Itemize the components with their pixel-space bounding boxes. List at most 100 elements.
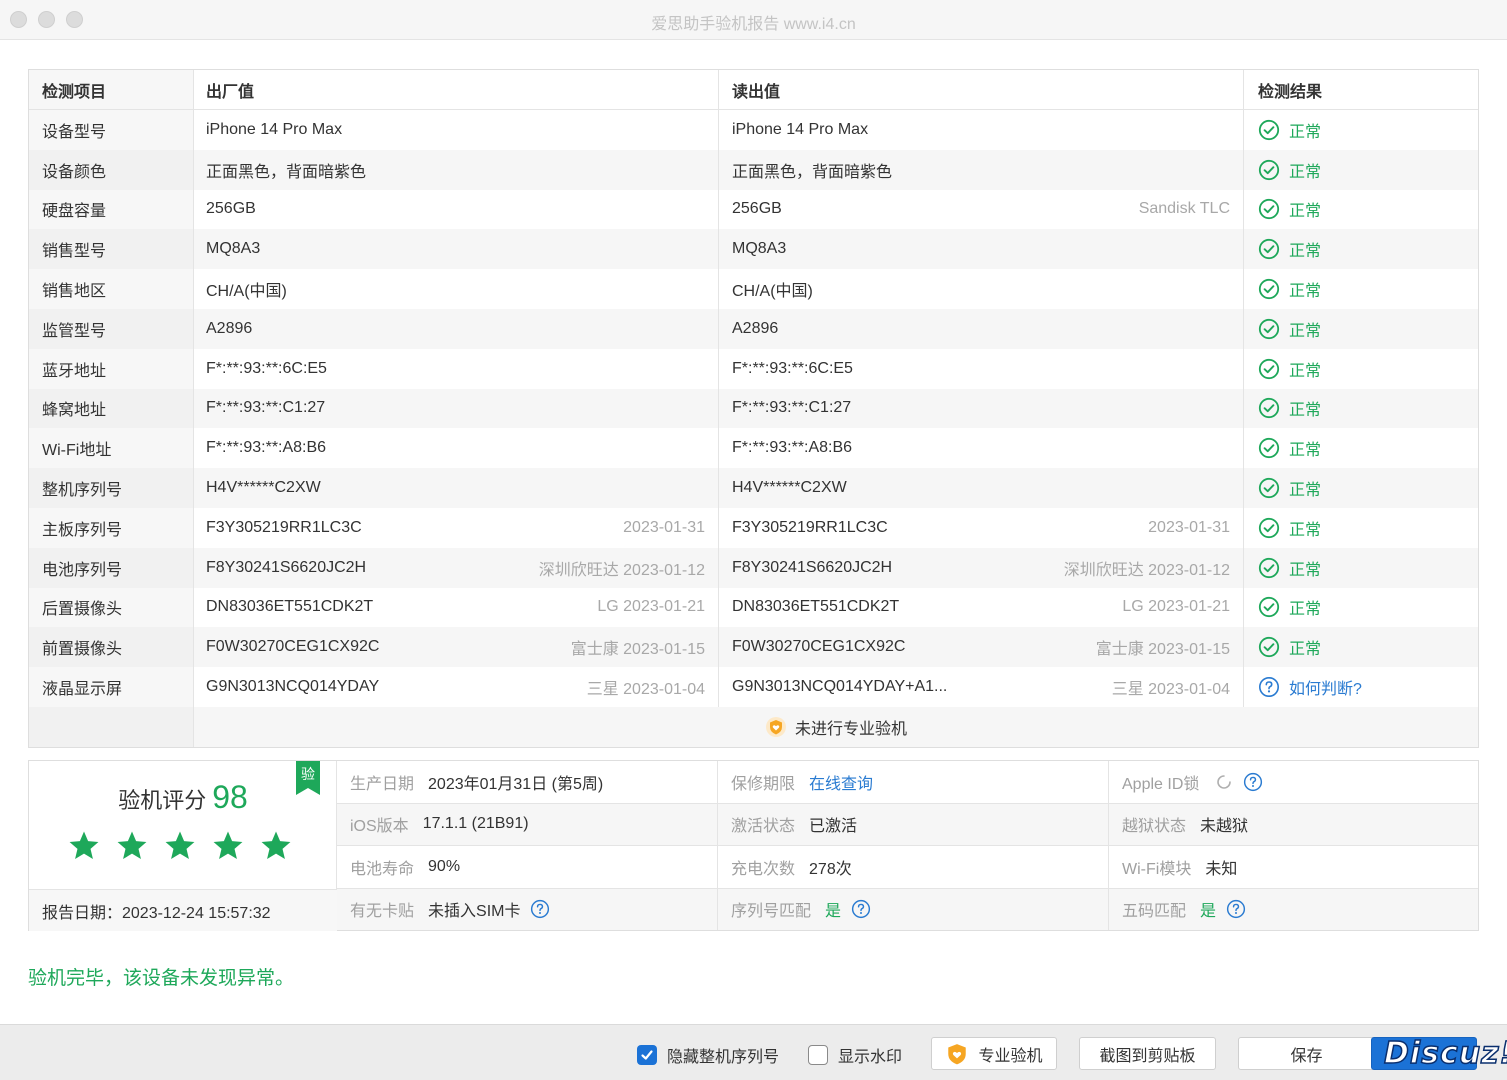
help-icon[interactable] (1226, 899, 1246, 919)
how-to-judge-link[interactable]: 如何判断? (1258, 675, 1362, 699)
result-message: 验机完毕，该设备未发现异常。 (28, 968, 295, 989)
result-ok: 正常 (1258, 118, 1321, 142)
check-circle-icon (1258, 119, 1280, 140)
info-cell: 有无卡贴 未插入SIM卡 (337, 888, 718, 930)
table-row: 液晶显示屏 G9N3013NCQ014YDAY 三星 2023-01-04 G9N30… (29, 667, 1478, 707)
read-sub: 三星 2023-01-04 (1111, 681, 1230, 699)
factory-sub: 富士康 2023-01-15 (570, 641, 705, 659)
item-name: 销售型号 (29, 229, 194, 270)
read-sub: Sandisk TLC (1138, 200, 1230, 218)
check-circle-icon (1258, 438, 1280, 459)
show-watermark-checkbox[interactable]: 显示水印 (808, 1043, 902, 1067)
result-text: 正常 (1289, 283, 1322, 301)
star-rating (67, 829, 293, 868)
pro-check-button[interactable]: 专业验机 (931, 1037, 1057, 1070)
item-name: 设备颜色 (29, 149, 194, 190)
help-icon[interactable] (1243, 772, 1263, 792)
result-ok: 正常 (1258, 595, 1321, 619)
read-value: F3Y305219RR1LC3C (732, 518, 888, 536)
item-name: 电池序列号 (29, 547, 194, 588)
help-icon[interactable] (530, 899, 550, 919)
result-cell: 正常 (1244, 309, 1478, 349)
check-circle-icon (1258, 199, 1280, 220)
result-cell: 正常 (1244, 349, 1478, 389)
help-icon[interactable] (851, 899, 871, 919)
read-value: DN83036ET551CDK2T (732, 598, 900, 616)
loading-spinner-icon (1217, 774, 1232, 789)
watermark-logo: Discuz! (1383, 1035, 1507, 1072)
item-name: 后置摄像头 (29, 587, 194, 628)
factory-value: F*:**:93:**:C1:27 (206, 399, 326, 417)
read-value: F*:**:93:**:A8:B6 (732, 439, 853, 457)
result-text: 正常 (1289, 482, 1322, 500)
result-ok: 正常 (1258, 635, 1321, 659)
star-icon (163, 829, 197, 868)
read-value: F*:**:93:**:6C:E5 (732, 359, 853, 377)
table-row: 销售型号 MQ8A3 MQ8A3 正常 (29, 229, 1478, 270)
factory-sub: 深圳欣旺达 2023-01-12 (538, 561, 705, 579)
item-name: 设备型号 (29, 110, 194, 150)
info-cell: iOS版本 17.1.1 (21B91) (337, 803, 718, 845)
factory-value-cell: iPhone 14 Pro Max (194, 110, 719, 150)
info-cell: 保修期限 在线查询 (718, 761, 1109, 803)
read-value-cell: 正面黑色，背面暗紫色 (719, 149, 1244, 190)
result-ok: 正常 (1258, 516, 1321, 540)
result-ok: 正常 (1258, 357, 1321, 381)
item-name: 硬盘容量 (29, 189, 194, 230)
table-row: 设备颜色 正面黑色，背面暗紫色 正面黑色，背面暗紫色 正常 (29, 149, 1478, 190)
result-text: 正常 (1289, 521, 1322, 539)
checkbox-unchecked-icon[interactable] (808, 1045, 828, 1065)
info-value: 是 (1200, 903, 1217, 921)
check-circle-icon (1258, 557, 1280, 578)
item-name: 主板序列号 (29, 507, 194, 548)
factory-value-cell: F*:**:93:**:A8:B6 (194, 428, 719, 469)
result-ok: 正常 (1258, 436, 1321, 460)
warranty-lookup-link[interactable]: 在线查询 (809, 770, 873, 794)
result-text: 正常 (1289, 442, 1322, 460)
checkbox-checked-icon[interactable] (637, 1045, 657, 1065)
read-value-cell: MQ8A3 (719, 229, 1244, 270)
score-panel: 验 验机评分 98 报告日期：2023-12-24 15:57:32 生产日期 20… (28, 760, 1479, 931)
factory-value: F0W30270CEG1CX92C (206, 638, 380, 656)
read-value-cell: F*:**:93:**:A8:B6 (719, 428, 1244, 469)
factory-value-cell: 256GB (194, 189, 719, 230)
factory-value: A2896 (206, 319, 253, 337)
info-cell: Apple ID锁 (1109, 761, 1478, 803)
read-value-cell: A2896 (719, 308, 1244, 349)
result-ok: 正常 (1258, 556, 1321, 580)
table-row: 电池序列号 F8Y30241S6620JC2H 深圳欣旺达 2023-01-12 F8… (29, 547, 1478, 588)
factory-value: DN83036ET551CDK2T (206, 598, 374, 616)
info-label: 生产日期 (350, 775, 415, 793)
screenshot-button[interactable]: 截图到剪贴板 (1079, 1037, 1216, 1070)
info-value: 是 (825, 903, 842, 921)
table-row: 蓝牙地址 F*:**:93:**:6C:E5 F*:**:93:**:6C:E5 正常 (29, 348, 1478, 389)
show-watermark-label: 显示水印 (838, 1049, 903, 1066)
star-icon (115, 829, 149, 868)
info-label: 电池寿命 (350, 860, 415, 878)
info-value: 未插入SIM卡 (428, 903, 521, 921)
read-value-cell: iPhone 14 Pro Max (719, 110, 1244, 150)
factory-sub: LG 2023-01-21 (597, 598, 705, 616)
score-label: 验机评分 (118, 788, 207, 813)
info-label: 激活状态 (731, 818, 796, 836)
shield-heart-icon (948, 1043, 967, 1064)
read-value-cell: CH/A(中国) (719, 269, 1244, 309)
result-text: 正常 (1289, 123, 1322, 141)
save-button[interactable]: 保存 (1238, 1037, 1375, 1070)
check-circle-icon (1258, 398, 1280, 419)
bottom-toolbar: 隐藏整机序列号 显示水印 专业验机 截图到剪贴板 保存 (0, 1024, 1507, 1080)
score-title: 验机评分 98 (29, 779, 337, 816)
factory-value-cell: F8Y30241S6620JC2H 深圳欣旺达 2023-01-12 (194, 547, 719, 588)
hide-serial-checkbox[interactable]: 隐藏整机序列号 (637, 1043, 779, 1067)
factory-value-cell: CH/A(中国) (194, 269, 719, 309)
screenshot-button-label: 截图到剪贴板 (1099, 1047, 1196, 1065)
factory-value-cell: A2896 (194, 308, 719, 349)
result-ok: 正常 (1258, 277, 1321, 301)
item-name: 前置摄像头 (29, 627, 194, 668)
read-value: F*:**:93:**:C1:27 (732, 399, 852, 417)
info-value: 90% (428, 857, 461, 875)
read-value-cell: H4V******C2XW (719, 468, 1244, 508)
result-ok: 正常 (1258, 158, 1321, 182)
pro-check-note: 未进行专业验机 (194, 715, 1478, 739)
star-icon (259, 829, 293, 868)
